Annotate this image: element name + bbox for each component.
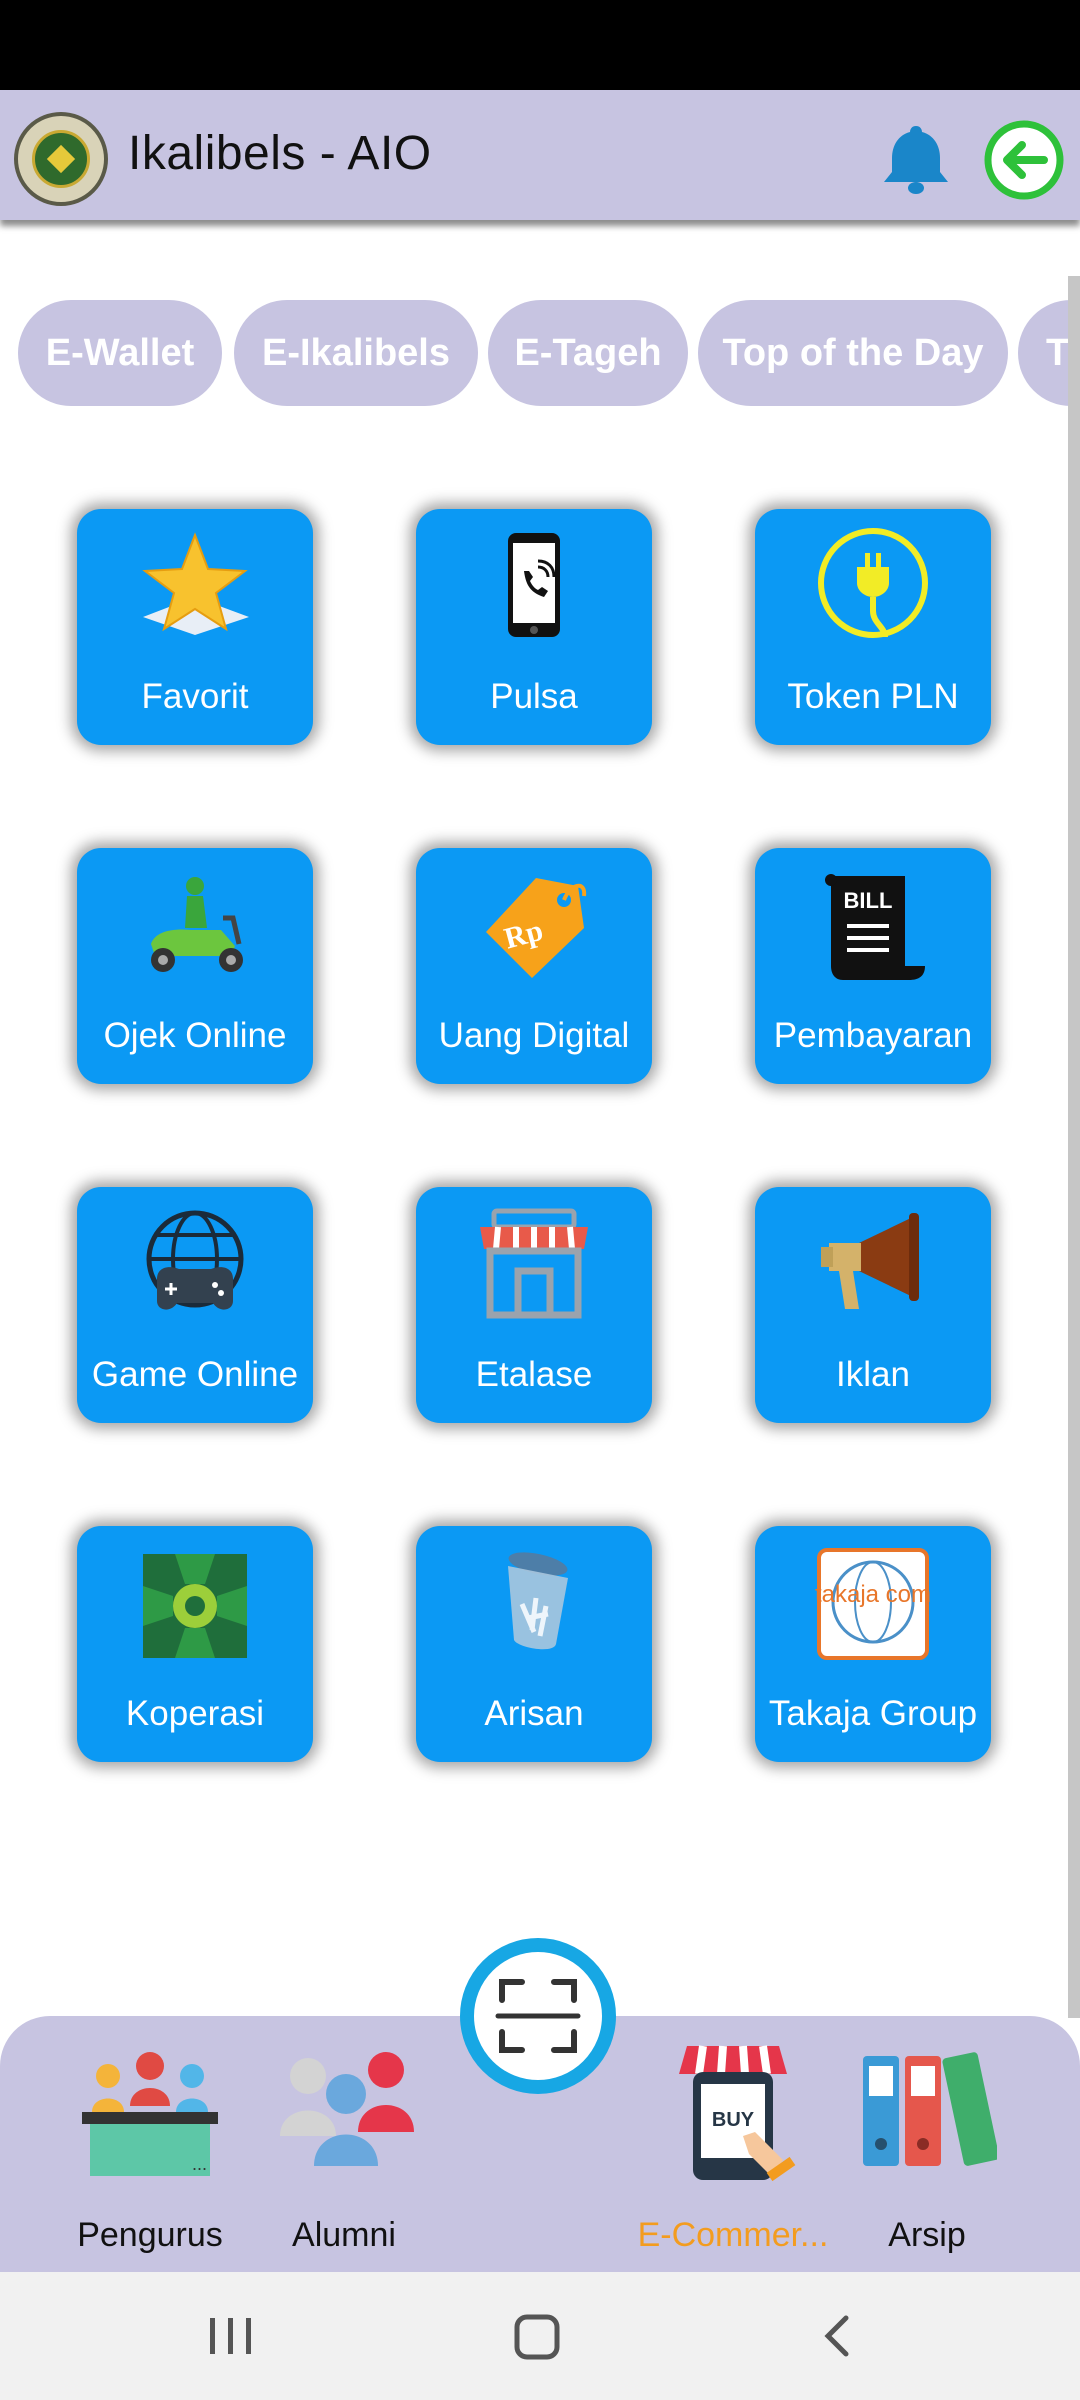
people-icon: [280, 2052, 414, 2166]
tile-koperasi[interactable]: Koperasi: [77, 1526, 313, 1762]
tile-takaja-group[interactable]: takaja com Takaja Group: [755, 1526, 991, 1762]
tile-label: Pembayaran: [773, 1016, 973, 1055]
tile-label: Favorit: [141, 677, 249, 716]
bill-icon: BILL: [825, 874, 925, 980]
megaphone-icon: [821, 1213, 919, 1309]
takaja-logo-icon: takaja com: [815, 1548, 931, 1660]
tile-label: Takaja Group: [768, 1694, 978, 1733]
scan-icon: [495, 1979, 581, 2053]
star-icon: [142, 532, 249, 635]
tab-e-ikalibels[interactable]: E-Ikalibels: [234, 300, 478, 406]
bill-text: BILL: [844, 888, 893, 913]
committee-icon: ...: [82, 2052, 218, 2176]
nav-alumni[interactable]: Alumni: [244, 2016, 444, 2272]
shop-buy-icon: BUY: [679, 2045, 796, 2182]
app-logo: [14, 112, 108, 206]
tile-etalase[interactable]: Etalase: [416, 1187, 652, 1423]
tile-favorit[interactable]: Favorit: [77, 509, 313, 745]
tile-label: Ojek Online: [103, 1016, 287, 1055]
tile-label: Etalase: [475, 1355, 593, 1394]
tile-pulsa[interactable]: Pulsa: [416, 509, 652, 745]
home-icon[interactable]: [512, 2312, 564, 2362]
tile-uang-digital[interactable]: Rp Uang Digital: [416, 848, 652, 1084]
gamepad-globe-icon: [146, 1210, 244, 1310]
tile-token-pln[interactable]: Token PLN: [755, 509, 991, 745]
back-arrow-icon[interactable]: [982, 118, 1066, 202]
price-tag-icon: Rp: [486, 878, 587, 978]
tab-e-tageh[interactable]: E-Tageh: [488, 300, 688, 406]
bell-icon[interactable]: [876, 120, 956, 200]
recent-apps-icon[interactable]: [206, 2314, 258, 2358]
scan-button[interactable]: [460, 1938, 616, 2094]
nav-pengurus[interactable]: ... Pengurus: [50, 2016, 250, 2272]
back-chevron-icon[interactable]: [818, 2312, 858, 2362]
scrollbar[interactable]: [1068, 276, 1080, 2018]
koperasi-logo-icon: [139, 1550, 251, 1662]
tile-label: Iklan: [836, 1355, 910, 1394]
status-bar: [0, 0, 1080, 90]
tile-iklan[interactable]: Iklan: [755, 1187, 991, 1423]
nav-e-commerce[interactable]: BUY E-Commer...: [633, 2016, 833, 2272]
tile-label: Arisan: [484, 1694, 584, 1733]
plug-icon: [818, 528, 928, 638]
tile-label: Koperasi: [125, 1694, 265, 1733]
tab-top-of-the-day[interactable]: Top of the Day: [698, 300, 1008, 406]
svg-text:...: ...: [192, 2154, 207, 2174]
tile-label: Game Online: [91, 1355, 299, 1394]
app-title: Ikalibels - AIO: [128, 127, 432, 180]
system-nav-bar: [0, 2272, 1080, 2400]
tile-pembayaran[interactable]: BILL Pembayaran: [755, 848, 991, 1084]
nav-arsip[interactable]: Arsip: [827, 2016, 1027, 2272]
tile-ojek-online[interactable]: Ojek Online: [77, 848, 313, 1084]
nav-label: Arsip: [888, 2216, 966, 2254]
tile-arisan[interactable]: Arisan: [416, 1526, 652, 1762]
takaja-text: takaja com: [815, 1581, 931, 1608]
scooter-icon: [151, 877, 243, 972]
phone-icon: [508, 533, 560, 637]
lottery-jar-icon: [508, 1552, 568, 1650]
tile-label: Uang Digital: [438, 1016, 630, 1055]
buy-text: BUY: [712, 2109, 755, 2131]
tile-game-online[interactable]: Game Online: [77, 1187, 313, 1423]
tile-label: Pulsa: [490, 677, 578, 716]
tile-label: Token PLN: [787, 677, 959, 716]
binders-icon: [863, 2052, 997, 2166]
nav-label: Alumni: [292, 2216, 396, 2254]
tab-e-wallet[interactable]: E-Wallet: [18, 300, 222, 406]
storefront-icon: [480, 1208, 588, 1319]
app-bar: Ikalibels - AIO: [0, 90, 1080, 220]
